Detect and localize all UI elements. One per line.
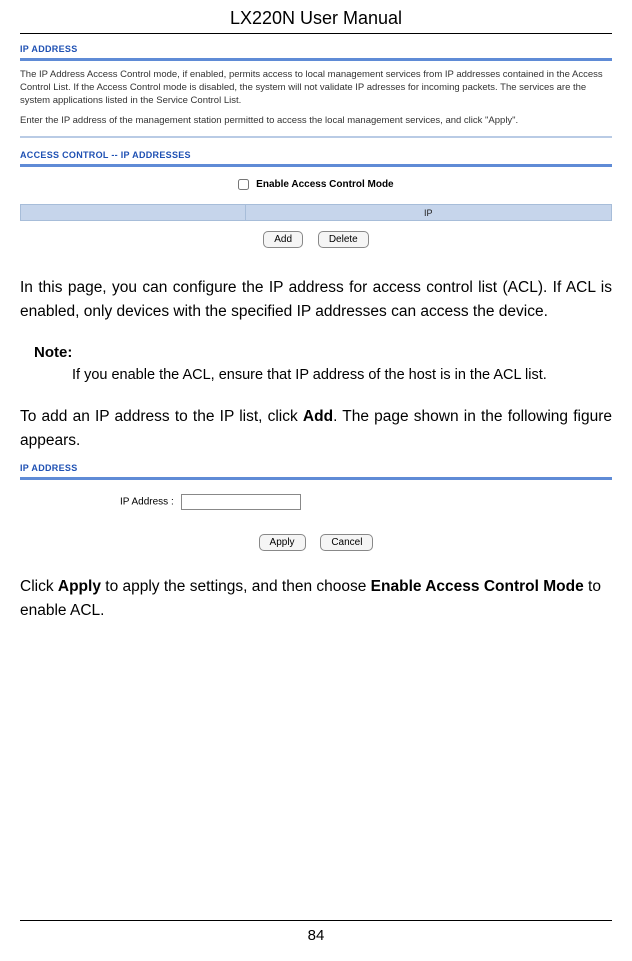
- ip-address-input[interactable]: [181, 494, 301, 510]
- button-row: Apply Cancel: [20, 534, 612, 551]
- divider-rule: [20, 477, 612, 480]
- section-label-ip-address: IP ADDRESS: [20, 461, 612, 477]
- divider-rule: [20, 58, 612, 61]
- text-fragment: To add an IP address to the IP list, cli…: [20, 408, 303, 425]
- enable-access-control-label: Enable Access Control Mode: [256, 179, 393, 190]
- page-content: IP ADDRESS The IP Address Access Control…: [0, 34, 632, 623]
- table-header-blank: [21, 205, 246, 221]
- ip-address-input-row: IP Address :: [120, 494, 612, 510]
- figure-ip-address-config: IP ADDRESS The IP Address Access Control…: [20, 42, 612, 248]
- page-footer: 84: [20, 920, 612, 945]
- page-number: 84: [308, 927, 325, 944]
- bold-apply: Apply: [58, 578, 101, 595]
- divider-rule: [20, 164, 612, 167]
- page-title: LX220N User Manual: [20, 8, 612, 29]
- button-row: Add Delete: [20, 231, 612, 248]
- page-header: LX220N User Manual: [20, 0, 612, 34]
- note-text: If you enable the ACL, ensure that IP ad…: [72, 367, 612, 383]
- note-label: Note:: [34, 344, 612, 361]
- paragraph-add-instruction: To add an IP address to the IP list, cli…: [20, 405, 612, 453]
- text-fragment: Click: [20, 578, 58, 595]
- table-header-row: IP: [21, 205, 612, 221]
- figure-ip-address-add: IP ADDRESS IP Address : Apply Cancel: [20, 461, 612, 551]
- section-label-ip-address: IP ADDRESS: [20, 42, 612, 58]
- ip-address-table: IP: [20, 204, 612, 221]
- apply-button[interactable]: Apply: [259, 534, 306, 551]
- delete-button[interactable]: Delete: [318, 231, 369, 248]
- description-text-1: The IP Address Access Control mode, if e…: [20, 69, 612, 107]
- table-header-ip: IP: [245, 205, 611, 221]
- text-fragment: to apply the settings, and then choose: [101, 578, 371, 595]
- description-text-2: Enter the IP address of the management s…: [20, 115, 612, 128]
- bold-add: Add: [303, 408, 333, 425]
- note-block: Note: If you enable the ACL, ensure that…: [34, 344, 612, 383]
- cancel-button[interactable]: Cancel: [320, 534, 373, 551]
- divider-rule: [20, 136, 612, 138]
- enable-access-control-checkbox[interactable]: [238, 179, 249, 190]
- add-button[interactable]: Add: [263, 231, 303, 248]
- paragraph-apply-instruction: Click Apply to apply the settings, and t…: [20, 575, 612, 623]
- paragraph-intro: In this page, you can configure the IP a…: [20, 276, 612, 324]
- ip-address-label: IP Address :: [120, 497, 174, 508]
- section-label-access-control: ACCESS CONTROL -- IP ADDRESSES: [20, 148, 612, 164]
- enable-access-control-row: Enable Access Control Mode: [20, 179, 612, 190]
- bold-enable-mode: Enable Access Control Mode: [371, 578, 584, 595]
